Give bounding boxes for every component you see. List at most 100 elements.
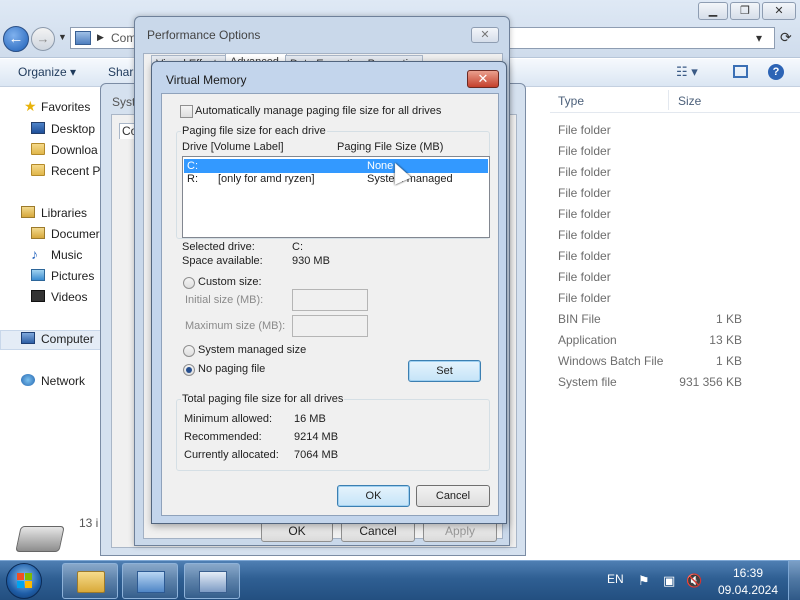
taskbar-explorer-button[interactable]: [62, 563, 118, 599]
column-header-size[interactable]: Size: [678, 94, 701, 108]
close-button[interactable]: ✕: [762, 2, 796, 20]
file-row[interactable]: BIN File 1 KB: [558, 310, 798, 328]
show-desktop-button[interactable]: [788, 561, 800, 600]
file-type: BIN File: [558, 312, 601, 326]
nav-label: Recent Pl: [51, 164, 104, 178]
window-title: Performance Options: [147, 28, 261, 42]
file-type: File folder: [558, 165, 611, 179]
minimize-button[interactable]: ▁: [698, 2, 728, 20]
file-row[interactable]: File folder: [558, 142, 798, 160]
recent-pages-chevron-icon[interactable]: ▼: [58, 32, 67, 42]
space-available-value: 930 MB: [292, 255, 330, 267]
drive-letter: R:: [187, 173, 198, 185]
custom-size-radio[interactable]: [183, 277, 195, 289]
file-type: File folder: [558, 207, 611, 221]
file-type: File folder: [558, 186, 611, 200]
drive-row-c[interactable]: C: None: [184, 159, 488, 173]
action-center-flag-icon[interactable]: ⚑: [638, 573, 650, 589]
no-paging-file-label: No paging file: [198, 363, 266, 375]
file-size: 1 KB: [715, 312, 742, 326]
status-item-count: 13 i: [79, 516, 99, 530]
initial-size-input[interactable]: [292, 289, 368, 311]
file-row[interactable]: File folder: [558, 226, 798, 244]
initial-size-label: Initial size (MB):: [185, 294, 264, 306]
change-view-icon[interactable]: ☷ ▾: [676, 64, 698, 80]
file-row[interactable]: File folder: [558, 289, 798, 307]
recommended-label: Recommended:: [184, 431, 262, 443]
control-panel-icon: [137, 571, 165, 593]
drive-list[interactable]: C: None R: [only for amd ryzen] System m…: [182, 156, 490, 238]
close-icon[interactable]: ✕: [467, 70, 499, 88]
no-paging-file-radio[interactable]: [183, 364, 195, 376]
forward-arrow-icon[interactable]: →: [31, 27, 55, 51]
language-indicator[interactable]: EN: [607, 572, 624, 586]
file-type: File folder: [558, 144, 611, 158]
file-row[interactable]: File folder: [558, 163, 798, 181]
navigation-pane: ★ Favorites Desktop Downloa Recent Pl Li…: [0, 88, 110, 508]
file-row[interactable]: File folder: [558, 205, 798, 223]
file-type: Windows Batch File: [558, 354, 664, 368]
auto-manage-label: Automatically manage paging file size fo…: [195, 105, 442, 117]
column-divider[interactable]: [668, 90, 669, 110]
taskbar-control-panel-button[interactable]: [122, 563, 178, 599]
downloads-folder-icon: [31, 143, 45, 155]
file-row[interactable]: Application 13 KB: [558, 331, 798, 349]
breadcrumb-chevron-icon[interactable]: ▶: [97, 32, 104, 43]
vm-ok-button[interactable]: OK: [337, 485, 410, 507]
system-managed-radio[interactable]: [183, 345, 195, 357]
file-row[interactable]: Windows Batch File 1 KB: [558, 352, 798, 370]
file-row[interactable]: System file 931 356 KB: [558, 373, 798, 391]
recommended-value: 9214 MB: [294, 431, 339, 443]
address-text: Com: [111, 31, 137, 45]
nav-label: Favorites: [41, 100, 91, 114]
minimum-allowed-label: Minimum allowed:: [184, 413, 273, 425]
file-row[interactable]: File folder: [558, 121, 798, 139]
file-row[interactable]: File folder: [558, 247, 798, 265]
share-menu-button[interactable]: Shar: [108, 65, 133, 79]
clock-time[interactable]: 16:39: [718, 566, 778, 580]
drive-letter: C:: [187, 160, 198, 172]
auto-manage-checkbox[interactable]: [180, 105, 193, 118]
custom-size-label: Custom size:: [198, 276, 262, 288]
file-size: 1 KB: [715, 354, 742, 368]
file-type: File folder: [558, 270, 611, 284]
system-managed-label: System managed size: [198, 344, 307, 356]
file-size: 931 356 KB: [679, 375, 742, 389]
close-icon[interactable]: ✕: [471, 27, 499, 43]
drive-row-r[interactable]: R: [only for amd ryzen] System managed: [184, 172, 488, 186]
organize-menu-button[interactable]: Organize ▾: [18, 65, 76, 79]
nav-label: Pictures: [51, 269, 95, 283]
file-type: File folder: [558, 123, 611, 137]
computer-icon: [75, 31, 91, 45]
vm-cancel-button[interactable]: Cancel: [416, 485, 490, 507]
address-dropdown-chevron-icon[interactable]: ▾: [756, 31, 762, 45]
explorer-folder-icon: [77, 571, 105, 593]
nav-label: Documer: [51, 227, 100, 241]
volume-muted-icon[interactable]: 🔇: [686, 573, 702, 589]
maximum-size-input[interactable]: [292, 315, 368, 337]
libraries-icon: [21, 206, 35, 218]
back-arrow-icon[interactable]: ←: [3, 26, 29, 52]
nav-label: Videos: [51, 290, 88, 304]
refresh-icon[interactable]: ⟳: [780, 29, 792, 46]
file-row[interactable]: File folder: [558, 268, 798, 286]
column-header-type[interactable]: Type: [558, 94, 584, 108]
selected-drive-value: C:: [292, 241, 303, 253]
file-type: File folder: [558, 228, 611, 242]
network-tray-icon[interactable]: ▣: [663, 573, 675, 589]
window-title: Syst: [112, 95, 136, 109]
drive-column-header: Drive [Volume Label]: [182, 141, 284, 153]
start-button[interactable]: [6, 563, 42, 599]
column-headers: Type Size: [550, 88, 800, 113]
taskbar-system-button[interactable]: [184, 563, 240, 599]
clock-date[interactable]: 09.04.2024: [712, 583, 784, 597]
file-row[interactable]: File folder: [558, 184, 798, 202]
help-icon[interactable]: ?: [768, 64, 784, 80]
nav-label: Desktop: [51, 122, 96, 136]
selected-drive-label: Selected drive:: [182, 241, 255, 253]
windows-logo-icon: [17, 573, 33, 589]
preview-pane-icon[interactable]: [733, 65, 748, 78]
set-button[interactable]: Set: [408, 360, 481, 382]
maximize-button[interactable]: ❐: [730, 2, 760, 20]
nav-label: Music: [51, 248, 83, 262]
